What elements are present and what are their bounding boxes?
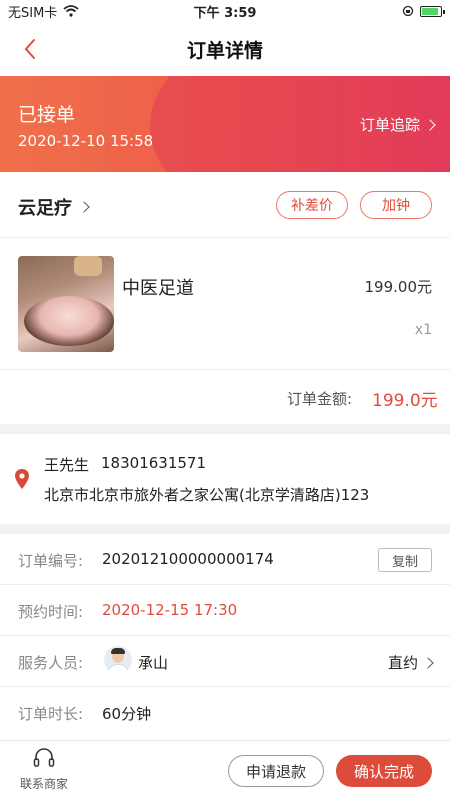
staff-row[interactable]: 服务人员: 承山 直约 [0,636,450,687]
chevron-right-icon [78,201,90,213]
direct-book-label: 直约 [387,654,418,672]
location-pin-icon [15,469,29,489]
appointment-time: 2020-12-15 17:30 [102,601,238,619]
total-label: 订单金额: [287,390,353,408]
nav-bar: 订单详情 [0,22,450,76]
orientation-lock-icon [402,5,414,17]
item-quantity: x1 [414,322,432,338]
chevron-right-icon [424,118,436,131]
order-number-row: 订单编号: 202012100000000174 复制 [0,534,450,585]
order-track-label: 订单追踪 [359,116,420,134]
wifi-icon [63,5,79,17]
appointment-row: 预约时间: 2020-12-15 17:30 [0,585,450,636]
contact-merchant-label: 联系商家 [19,777,68,791]
total-value: 199.0元 [372,391,438,411]
order-status: 已接单 [18,104,76,126]
order-track-link[interactable]: 订单追踪 [359,114,436,135]
diff-price-button[interactable]: 补差价 [276,191,348,219]
contact-merchant-button[interactable]: 联系商家 [16,747,72,792]
shop-link[interactable]: 云足疗 [18,194,90,220]
refund-button[interactable]: 申请退款 [228,755,324,787]
shop-name: 云足疗 [18,198,72,219]
bottom-action-bar: 联系商家 申请退款 确认完成 [0,740,450,800]
duration-label: 订单时长: [18,705,84,723]
contact-name: 王先生 [44,456,90,474]
order-total-row: 订单金额: 199.0元 [0,370,450,424]
order-status-time: 2020-12-10 15:58 [18,132,154,150]
order-status-banner: 已接单 2020-12-10 15:58 订单追踪 [0,76,450,172]
item-name: 中医足道 [122,278,194,299]
address-card: 王先生 18301631571 北京市北京市旅外者之家公寓(北京学清路店)123 [0,434,450,524]
contact-phone: 18301631571 [101,454,206,472]
avatar [104,646,132,674]
order-item[interactable]: 中医足道 199.00元 x1 [0,238,450,370]
carrier-label: 无SIM卡 [8,5,58,21]
copy-button[interactable]: 复制 [378,548,432,572]
direct-book-link[interactable]: 直约 [387,652,434,673]
battery-icon [420,5,445,17]
appointment-label: 预约时间: [18,603,84,621]
staff-name: 承山 [138,654,169,672]
order-number: 202012100000000174 [102,550,274,568]
confirm-complete-button[interactable]: 确认完成 [336,755,432,787]
service-thumbnail [18,256,114,352]
page-title: 订单详情 [186,39,263,62]
item-price: 199.00元 [364,278,433,296]
add-time-button[interactable]: 加钟 [360,191,432,219]
shop-row: 云足疗 补差价 加钟 [0,172,450,238]
order-number-label: 订单编号: [18,552,84,570]
duration-row: 订单时长: 60分钟 [0,687,450,738]
status-bar: 无SIM卡 下午 3:59 [0,0,450,22]
back-icon[interactable] [18,36,44,62]
order-info-card: 订单编号: 202012100000000174 复制 预约时间: 2020-1… [0,534,450,740]
staff-label: 服务人员: [18,654,84,672]
address-detail: 北京市北京市旅外者之家公寓(北京学清路店)123 [44,486,370,504]
chevron-right-icon [422,656,434,669]
duration-value: 60分钟 [102,705,152,723]
headset-icon [33,748,55,767]
